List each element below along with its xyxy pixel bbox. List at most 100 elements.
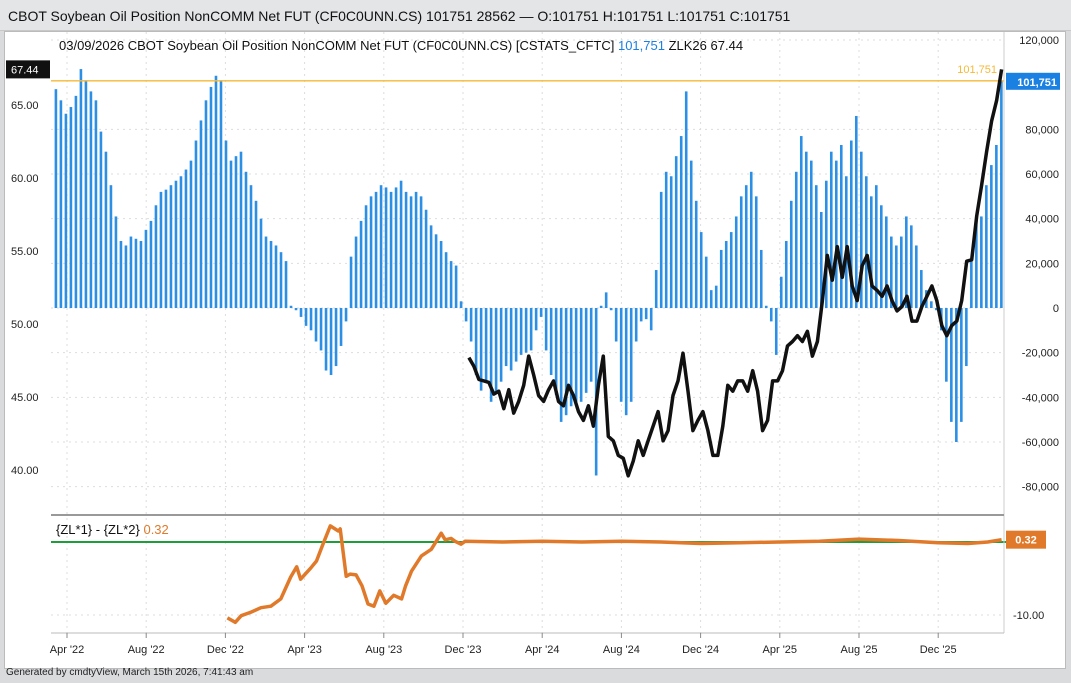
- position-bar: [79, 69, 83, 308]
- x-tick-label: Dec '25: [920, 644, 957, 656]
- position-bar: [814, 185, 818, 308]
- position-bar: [844, 176, 848, 308]
- position-bar: [124, 245, 128, 308]
- position-bar: [764, 305, 768, 308]
- position-bar: [759, 249, 763, 308]
- legend-name: CBOT Soybean Oil Position NonCOMM Net FU…: [128, 38, 615, 53]
- position-bar: [254, 200, 258, 308]
- position-bar: [459, 301, 463, 308]
- right-axis-label: -80,000: [1022, 482, 1059, 494]
- position-bar: [980, 216, 983, 308]
- position-bar: [714, 285, 718, 308]
- position-bar: [799, 136, 803, 308]
- x-tick-label: Apr '25: [763, 644, 798, 656]
- legend-date: 03/09/2026: [59, 38, 124, 53]
- position-bar: [985, 185, 988, 308]
- position-bar: [389, 191, 393, 308]
- position-bar: [724, 241, 728, 308]
- position-bar: [684, 91, 688, 308]
- position-bar: [394, 187, 398, 308]
- position-bar: [749, 171, 753, 308]
- position-bar: [309, 308, 313, 331]
- position-bar: [69, 107, 73, 308]
- legend-symbol: ZLK26: [669, 38, 707, 53]
- position-bar: [354, 236, 358, 308]
- window-title: CBOT Soybean Oil Position NonCOMM Net FU…: [8, 8, 791, 24]
- position-bar: [174, 180, 178, 308]
- spread-legend-name: {ZL*1} - {ZL*2}: [56, 522, 140, 537]
- position-bar: [644, 308, 648, 320]
- position-bar: [384, 187, 388, 308]
- position-bar: [544, 308, 548, 351]
- position-bar: [194, 140, 198, 308]
- position-bar: [269, 241, 273, 308]
- position-bar: [524, 308, 528, 353]
- position-bar: [579, 308, 583, 402]
- position-bar: [679, 136, 683, 308]
- left-last-value-label: 67.44: [11, 64, 39, 76]
- position-bar: [604, 292, 608, 308]
- right-axis-label: -40,000: [1022, 392, 1059, 404]
- position-bar: [885, 216, 888, 308]
- footer-credit: Generated by cmdtyView, March 15th 2026,…: [6, 667, 254, 678]
- position-bar: [209, 86, 213, 308]
- position-bar: [59, 100, 63, 309]
- axes: Apr '22 Aug '22 Dec '22 Apr '23 Aug '23 Dec '…: [6, 32, 1060, 656]
- position-bar: [744, 185, 748, 308]
- right-axis-label: 80,000: [1025, 124, 1059, 136]
- position-bar: [259, 218, 263, 308]
- position-bar: [94, 100, 98, 309]
- position-bar: [84, 80, 88, 308]
- position-bar: [229, 160, 233, 308]
- position-bar: [990, 165, 993, 308]
- position-bar: [689, 160, 693, 308]
- left-axis-label: 50.00: [11, 319, 39, 331]
- x-tick-label: Dec '23: [445, 644, 482, 656]
- position-bar: [779, 276, 783, 308]
- position-bar: [514, 308, 518, 362]
- position-bar: [344, 308, 348, 322]
- position-bar: [995, 144, 998, 308]
- position-bar: [114, 216, 118, 308]
- left-axis-label: 60.00: [11, 173, 39, 185]
- position-bar: [864, 176, 868, 308]
- position-bar: [619, 308, 623, 402]
- left-axis-label: 45.00: [11, 392, 39, 404]
- position-bar: [279, 252, 283, 308]
- position-bar: [449, 261, 453, 308]
- position-bar: [910, 225, 913, 308]
- chart-panel: Apr '22 Aug '22 Dec '22 Apr '23 Aug '23 Dec '…: [4, 31, 1066, 669]
- chart-svg[interactable]: Apr '22 Aug '22 Dec '22 Apr '23 Aug '23 Dec '…: [5, 32, 1065, 668]
- right-last-value-label: 101,751: [1017, 77, 1057, 89]
- position-bar: [709, 290, 713, 308]
- position-bar: [834, 160, 838, 308]
- position-bar: [129, 236, 133, 308]
- x-tick-label: Aug '22: [128, 644, 165, 656]
- position-bar: [454, 265, 458, 308]
- position-bar: [1000, 80, 1003, 309]
- position-bar: [239, 151, 243, 308]
- position-bar: [654, 270, 658, 308]
- position-bar: [529, 308, 533, 351]
- legend-price-value: 67.44: [711, 38, 744, 53]
- position-bar: [264, 236, 268, 308]
- position-bar: [169, 185, 173, 308]
- x-tick-label: Aug '23: [365, 644, 402, 656]
- position-bar: [970, 261, 973, 308]
- position-bar: [429, 225, 433, 308]
- position-bar: [329, 308, 333, 375]
- position-bar: [494, 308, 498, 393]
- position-bar: [599, 305, 603, 308]
- position-bar: [659, 191, 663, 308]
- position-bar: [334, 308, 338, 367]
- position-bar: [249, 185, 253, 308]
- position-bar: [624, 308, 628, 416]
- position-bar: [289, 305, 293, 308]
- position-bar: [89, 91, 93, 308]
- spread-last-value-label: 0.32: [1015, 535, 1036, 547]
- position-bar: [839, 144, 843, 308]
- legend-bar-value: 101,751: [618, 38, 665, 53]
- position-bar: [915, 245, 918, 308]
- position-bar: [74, 95, 78, 309]
- position-bar: [274, 245, 278, 308]
